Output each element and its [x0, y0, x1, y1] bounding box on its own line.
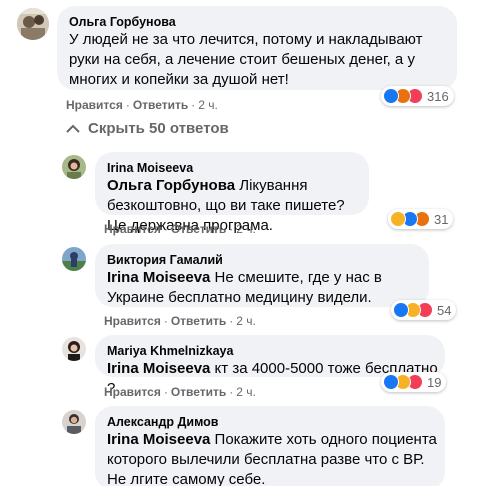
avatar[interactable]	[62, 247, 86, 271]
reaction-count: 31	[434, 211, 449, 227]
comment-bubble: Виктория Гамалий Irina Moiseeva Не смеши…	[95, 244, 429, 307]
haha-icon	[390, 211, 406, 227]
comment-actions: Нравится · Ответить · 2 ч.	[104, 385, 256, 399]
comment-text: У людей не за что лечится, потому и накл…	[69, 31, 423, 88]
comment-bubble: Ольга Горбунова У людей не за что лечитс…	[57, 6, 457, 90]
comment-time[interactable]: 2 ч.	[198, 98, 218, 112]
like-icon	[383, 88, 399, 104]
like-icon	[383, 374, 399, 390]
comment-bubble: Irina Moiseeva Ольга Горбунова Лікування…	[95, 152, 369, 234]
comment-author[interactable]: Irina Moiseeva	[107, 160, 357, 176]
reaction-summary[interactable]: 31	[388, 209, 454, 229]
comment-author[interactable]: Ольга Горбунова	[69, 14, 445, 30]
comment-actions: Нравится · Ответить · 2 ч.	[66, 98, 218, 112]
reaction-summary[interactable]: 19	[381, 372, 447, 392]
reply-button[interactable]: Ответить	[171, 314, 226, 328]
comment-time[interactable]: 2 ч.	[236, 314, 256, 328]
avatar[interactable]	[17, 8, 49, 40]
mention-link[interactable]: Irina Moiseeva	[107, 269, 210, 286]
comment-author[interactable]: Виктория Гамалий	[107, 252, 417, 268]
reaction-count: 316	[427, 88, 449, 104]
like-button[interactable]: Нравится	[104, 385, 161, 399]
like-button[interactable]: Нравится	[66, 98, 123, 112]
reaction-count: 54	[437, 302, 452, 318]
reply-button[interactable]: Ответить	[171, 385, 226, 399]
mention-link[interactable]: Irina Moiseeva	[107, 431, 210, 448]
reaction-summary[interactable]: 54	[391, 300, 457, 320]
reaction-count: 19	[427, 374, 442, 390]
mention-link[interactable]: Irina Moiseeva	[107, 360, 210, 377]
avatar[interactable]	[62, 155, 86, 179]
avatar[interactable]	[62, 337, 86, 361]
comment-bubble: Mariya Khmelnizkaya Irina Moiseeva кт за…	[95, 335, 445, 397]
comment-bubble: Александр Димов Irina Moiseeva Покажите …	[95, 406, 445, 486]
comment-actions: Нравится · Ответить · 2 ч.	[104, 314, 256, 328]
comment-author[interactable]: Mariya Khmelnizkaya	[107, 343, 433, 359]
comment-actions: Нравится · Ответить · 2 ч.	[104, 222, 256, 236]
reply-button[interactable]: Ответить	[171, 222, 226, 236]
avatar[interactable]	[62, 410, 86, 434]
reply-button[interactable]: Ответить	[133, 98, 188, 112]
chevron-up-icon	[66, 124, 80, 133]
comment-time[interactable]: 2 ч.	[236, 222, 256, 236]
hide-replies-label: Скрыть 50 ответов	[88, 120, 229, 137]
comment-time[interactable]: 2 ч.	[236, 385, 256, 399]
comment-author[interactable]: Александр Димов	[107, 414, 433, 430]
like-icon	[393, 302, 409, 318]
reaction-summary[interactable]: 316	[381, 86, 454, 106]
hide-replies-button[interactable]: Скрыть 50 ответов	[66, 120, 229, 137]
like-button[interactable]: Нравится	[104, 314, 161, 328]
mention-link[interactable]: Ольга Горбунова	[107, 177, 235, 194]
like-button[interactable]: Нравится	[104, 222, 161, 236]
